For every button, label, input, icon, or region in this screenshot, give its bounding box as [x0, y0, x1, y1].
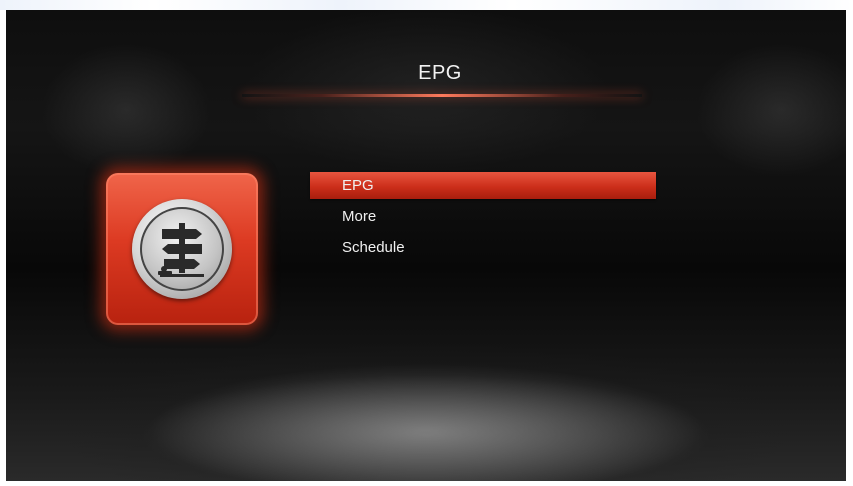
page-title: EPG: [418, 62, 462, 84]
signpost-icon-glyph: [158, 223, 204, 277]
signpost-icon: [132, 199, 232, 299]
epg-menu: EPG More Schedule: [310, 172, 656, 265]
epg-icon-tile: [106, 173, 258, 325]
title-underline: [242, 94, 642, 97]
epg-screen: EPG EPG More Schedule: [6, 10, 846, 481]
menu-item-more[interactable]: More: [310, 203, 656, 230]
floor-glow: [6, 340, 846, 481]
menu-item-epg[interactable]: EPG: [310, 172, 656, 199]
menu-item-schedule[interactable]: Schedule: [310, 234, 656, 261]
top-band: [0, 0, 853, 10]
